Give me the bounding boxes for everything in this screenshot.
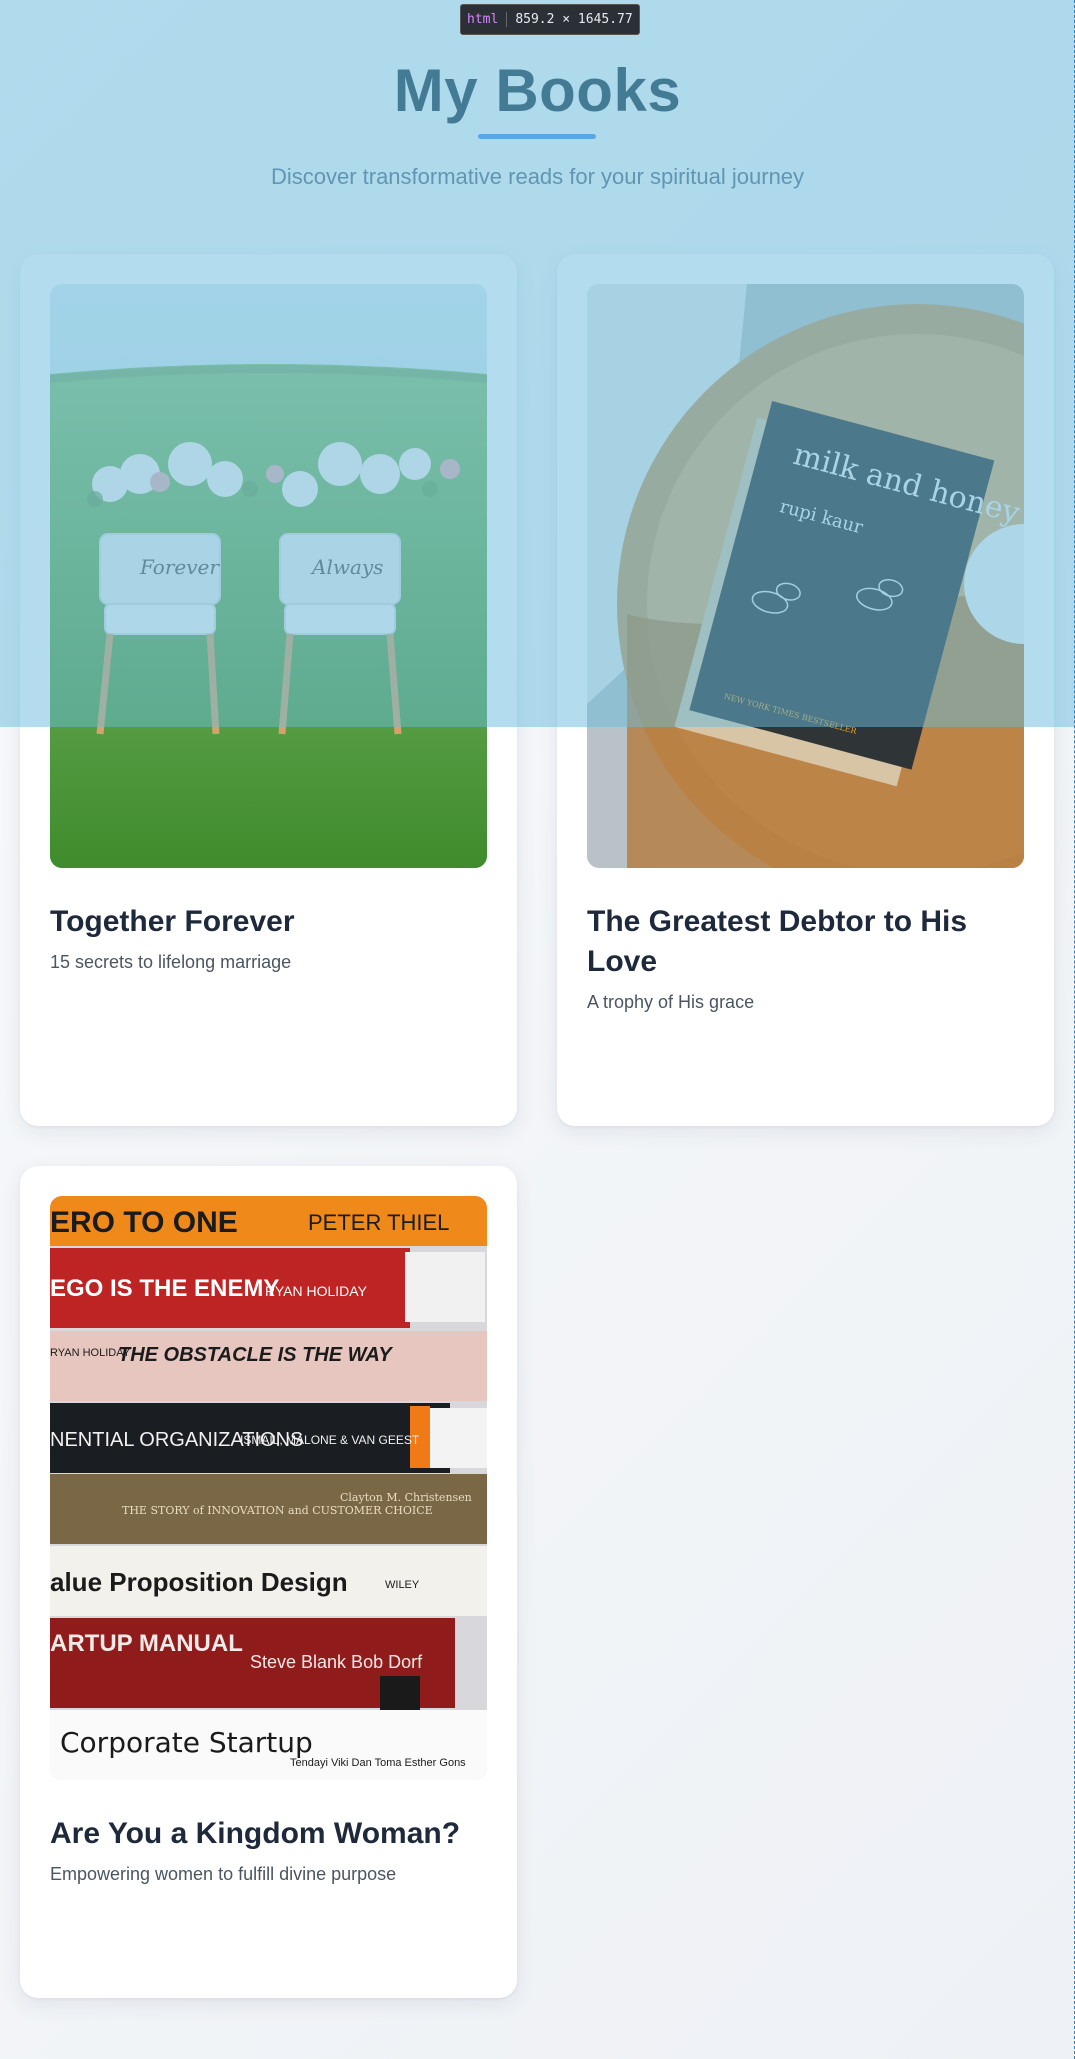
devtools-element-size: 859.2 × 1645.77 <box>515 12 633 27</box>
spine-8-title: Corporate Startup <box>60 1726 313 1759</box>
spine-1-title: ERO TO ONE <box>50 1206 238 1239</box>
book-title[interactable]: The Greatest Debtor to His Love <box>587 902 1024 982</box>
book-title[interactable]: Together Forever <box>50 902 487 942</box>
spine-3-title: THE OBSTACLE IS THE WAY <box>118 1344 393 1366</box>
chair-sign-left: Forever <box>139 555 220 579</box>
book-title[interactable]: Are You a Kingdom Woman? <box>50 1814 487 1854</box>
book-card-kingdom-woman[interactable]: ERO TO ONE PETER THIEL EGO IS THE ENEMY … <box>20 1166 517 1998</box>
book-card-greatest-debtor[interactable]: milk and honey rupi kaur NEW YORK TIMES … <box>557 254 1054 1126</box>
book-subtitle: 15 secrets to lifelong marriage <box>50 952 292 972</box>
spine-1-author: PETER THIEL <box>308 1210 449 1235</box>
book-cover-image: milk and honey rupi kaur NEW YORK TIMES … <box>587 284 1024 868</box>
book-subtitle: A trophy of His grace <box>587 992 755 1012</box>
book-card-together-forever[interactable]: Forever Always Together Forever 15 secre… <box>20 254 517 1126</box>
spine-5-author: Clayton M. Christensen <box>340 1491 472 1504</box>
spine-7-author: Steve Blank Bob Dorf <box>250 1652 423 1672</box>
spine-4-author: ISMAIL, MALONE & VAN GEEST <box>240 1433 420 1447</box>
spine-3-author: RYAN HOLIDAY <box>50 1347 131 1359</box>
wedding-chairs-photo: Forever Always <box>50 284 487 868</box>
book-stack-photo: ERO TO ONE PETER THIEL EGO IS THE ENEMY … <box>50 1196 487 1780</box>
book-cover-image: ERO TO ONE PETER THIEL EGO IS THE ENEMY … <box>50 1196 487 1780</box>
chair-sign-right: Always <box>310 555 383 579</box>
spine-7-title: ARTUP MANUAL <box>50 1630 243 1657</box>
page-title: My Books <box>393 57 682 124</box>
devtools-inspect-tooltip: html 859.2 × 1645.77 <box>460 4 640 35</box>
spine-2-title: EGO IS THE ENEMY <box>50 1275 279 1302</box>
milk-and-honey-photo: milk and honey rupi kaur NEW YORK TIMES … <box>587 284 1024 868</box>
spine-2-author: RYAN HOLIDAY <box>265 1283 368 1299</box>
title-underline <box>478 134 596 139</box>
spine-8-author: Tendayi Viki Dan Toma Esther Gons <box>290 1757 466 1769</box>
page-subtitle: Discover transformative reads for your s… <box>270 164 805 189</box>
spine-6-title: alue Proposition Design <box>50 1567 348 1597</box>
devtools-tag-name: html <box>467 12 508 27</box>
page: html 859.2 × 1645.77 My Books Discover t… <box>0 0 1075 2059</box>
book-subtitle: Empowering women to fulfill divine purpo… <box>50 1864 397 1884</box>
spine-6-author: WILEY <box>385 1579 420 1591</box>
spine-5-title: THE STORY of INNOVATION and CUSTOMER CHO… <box>122 1504 433 1517</box>
book-cover-image: Forever Always <box>50 284 487 868</box>
